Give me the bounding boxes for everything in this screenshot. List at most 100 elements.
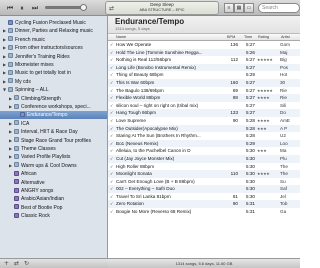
- checkbox-icon[interactable]: ✓: [110, 56, 114, 64]
- table-row[interactable]: ✓ Bo1 (Nexeus Remix) 5:29 Loo: [108, 139, 300, 148]
- repeat-icon[interactable]: ↻: [24, 260, 29, 267]
- sidebar-item[interactable]: ▶ Interval, HIIT & Race Day: [0, 128, 107, 136]
- checkbox-icon[interactable]: ✓: [110, 140, 114, 148]
- add-playlist-icon[interactable]: +: [4, 260, 9, 267]
- disclosure-closed-icon[interactable]: ▶: [9, 128, 13, 136]
- disclosure-closed-icon[interactable]: ▶: [9, 137, 13, 145]
- checkbox-icon[interactable]: ✓: [110, 117, 114, 125]
- coverflow-view-icon[interactable]: ▭: [244, 3, 254, 13]
- disclosure-closed-icon[interactable]: ▶: [3, 78, 7, 86]
- table-row[interactable]: ✓ Love Supreme 90 5:28 ★★★★ AmE: [108, 117, 300, 125]
- checkbox-icon[interactable]: ✓: [110, 64, 114, 72]
- table-row[interactable]: ✓ silicon soul – right on right on (triba…: [108, 102, 300, 110]
- disclosure-closed-icon[interactable]: ▶: [3, 36, 7, 44]
- disclosure-closed-icon[interactable]: ▶: [9, 120, 13, 128]
- sidebar-item[interactable]: ▶ Music to get totally lost in: [0, 69, 107, 77]
- sidebar-item[interactable]: ▼ Spinning – ALL: [0, 86, 107, 94]
- disclosure-closed-icon[interactable]: ▶: [9, 162, 13, 170]
- table-row[interactable]: ✓ Boogie No More (Reverso 68 Remix) 5:31 Ga: [108, 208, 300, 216]
- table-row[interactable]: ✓ Flexible World 88bpm 88 5:27 ★★★★ Rie: [108, 94, 300, 102]
- shuffle-icon[interactable]: ⇄: [14, 260, 19, 267]
- checkbox-icon[interactable]: ✓: [110, 163, 114, 171]
- shuffle-icon[interactable]: ⇄: [109, 5, 114, 12]
- checkbox-icon[interactable]: ✓: [110, 49, 114, 57]
- checkbox-icon[interactable]: ✓: [110, 87, 114, 95]
- sidebar-item[interactable]: ▶ Climbing/Strength: [0, 95, 107, 103]
- sidebar-item[interactable]: ▶ French music: [0, 36, 107, 44]
- checkbox-icon[interactable]: ✓: [110, 125, 114, 133]
- checkbox-icon[interactable]: ✓: [110, 208, 114, 216]
- table-row[interactable]: ✓ How We Operate 136 5:27 Gom: [108, 41, 300, 49]
- sidebar-item[interactable]: ▶ Dinner, Parties and Relaxing music: [0, 27, 107, 35]
- checkbox-icon[interactable]: ✓: [110, 79, 114, 87]
- disclosure-closed-icon[interactable]: ▶: [3, 44, 7, 52]
- column-bpm[interactable]: BPM: [227, 35, 235, 39]
- disclosure-closed-icon[interactable]: ▶: [3, 27, 7, 35]
- table-row[interactable]: ✓ Alleluia, to the Pachelbel Canon in D 5:…: [108, 147, 300, 155]
- checkbox-icon[interactable]: ✓: [110, 193, 114, 201]
- column-rating[interactable]: Rating: [258, 35, 269, 39]
- disclosure-open-icon[interactable]: ▼: [3, 86, 7, 94]
- sidebar-item[interactable]: Alternative: [0, 179, 107, 187]
- sidebar-item[interactable]: Cycling Fusion Preclased Music: [0, 19, 107, 27]
- checkbox-icon[interactable]: ✓: [110, 200, 114, 208]
- disclosure-closed-icon[interactable]: ▶: [3, 69, 7, 77]
- sidebar-item[interactable]: ▶ Stage Race Grand Tour profiles: [0, 137, 107, 145]
- table-row[interactable]: ✓ Cut (Jay Joyce Monster Mix) 5:30 Plu: [108, 154, 300, 163]
- table-row[interactable]: ✓ Zero Rotation 90 5:31 Tob: [108, 200, 300, 209]
- table-row[interactable]: ✓ Can't Get Enough Love (B + B 88bpm) 5:30…: [108, 178, 300, 186]
- table-row[interactable]: ✓ Hang Tough 66bpm 133 5:27 Do: [108, 109, 300, 117]
- disclosure-closed-icon[interactable]: ▶: [9, 145, 13, 153]
- sidebar-item[interactable]: Arabic/Asian/Indian: [0, 195, 107, 203]
- checkbox-icon[interactable]: ✓: [110, 41, 114, 49]
- disclosure-closed-icon[interactable]: ▶: [3, 53, 7, 61]
- table-row[interactable]: ✓ Staring At The Sun (Brothers In Rhythm.…: [108, 132, 300, 140]
- search-input[interactable]: Search: [258, 3, 300, 13]
- previous-track-icon[interactable]: ⏮: [4, 2, 16, 14]
- table-row[interactable]: ✓ The Bagulo 138/69bpm 69 5:27 ★★★★★ Rie: [108, 87, 300, 95]
- sidebar-item[interactable]: ▶ Conference workshops, speci...: [0, 103, 107, 111]
- sidebar-item[interactable]: ▶ Theme Classes: [0, 145, 107, 153]
- sidebar-item[interactable]: ▶ Varied Profile Playlists: [0, 153, 107, 161]
- disclosure-closed-icon[interactable]: ▶: [3, 61, 7, 69]
- checkbox-icon[interactable]: ✓: [110, 155, 114, 163]
- next-track-icon[interactable]: ⏭: [29, 2, 41, 14]
- sidebar-item[interactable]: ANGRY songs: [0, 187, 107, 195]
- pause-icon[interactable]: ⏸: [16, 2, 28, 14]
- list-view-icon[interactable]: ≡: [224, 3, 234, 13]
- column-artist[interactable]: Artist: [281, 35, 290, 39]
- table-row[interactable]: ✓ Hold The Line (Tommie Sunshine Regga...…: [108, 48, 300, 57]
- table-row[interactable]: ✓ Travel To Sri Lanka 81bpm 81 5:30 Jel: [108, 193, 300, 201]
- checkbox-icon[interactable]: ✓: [110, 185, 114, 193]
- disclosure-closed-icon[interactable]: ▶: [9, 103, 13, 111]
- sidebar-item[interactable]: African: [0, 170, 107, 178]
- checkbox-icon[interactable]: ✓: [110, 147, 114, 155]
- table-row[interactable]: ✓ 002 – Everything – Safri Duo 5:30 Saf: [108, 185, 300, 193]
- sidebar-item[interactable]: ▶ Jennifer's Training Rides: [0, 53, 107, 61]
- disclosure-closed-icon[interactable]: ▶: [9, 153, 13, 161]
- sidebar-item[interactable]: Best of Bootie Pop: [0, 204, 107, 212]
- checkbox-icon[interactable]: ✓: [110, 178, 114, 186]
- checkbox-icon[interactable]: ✓: [110, 102, 114, 110]
- checkbox-icon[interactable]: ✓: [110, 94, 114, 102]
- volume-slider-knob[interactable]: [80, 4, 87, 11]
- checkbox-icon[interactable]: ✓: [110, 71, 114, 79]
- disclosure-closed-icon[interactable]: ▶: [9, 95, 13, 103]
- sidebar-item[interactable]: ▶ My cds: [0, 78, 107, 86]
- sidebar-item[interactable]: ▶ ICA: [0, 120, 107, 128]
- table-row[interactable]: ✓ Moonlight Sonata 110 5:30 ★★★★ The: [108, 170, 300, 178]
- table-row[interactable]: ✓ Thing of Beauty 68bpm 5:29 Hot: [108, 71, 300, 79]
- sidebar-item[interactable]: ▶ Warm ups & Cool Downs: [0, 162, 107, 170]
- sidebar-item[interactable]: ▶ Mixmeister mixes: [0, 61, 107, 69]
- sidebar-item[interactable]: Endurance/Tempo: [0, 111, 107, 120]
- sidebar-item[interactable]: Classic Rock: [0, 212, 107, 220]
- table-row[interactable]: ✓ High Roller 88bpm 5:30 The: [108, 163, 300, 171]
- table-row[interactable]: ✓ Nothing is Real 112/56bpm 112 5:27 ★★★★★ Bi…: [108, 56, 300, 64]
- table-row[interactable]: ✓ The Outsider(Apocalypse Mix) 5:28 ★★★ A P: [108, 124, 300, 133]
- column-time[interactable]: Time: [244, 35, 252, 39]
- table-row[interactable]: ✓ This Is War 60bpm 160 5:27 30: [108, 78, 300, 87]
- checkbox-icon[interactable]: ✓: [110, 109, 114, 117]
- table-row[interactable]: ✓ Long Life (Bonobo Instrumental Remix) 5:…: [108, 63, 300, 72]
- checkbox-icon[interactable]: ✓: [110, 170, 114, 178]
- grid-view-icon[interactable]: ▦: [234, 3, 244, 13]
